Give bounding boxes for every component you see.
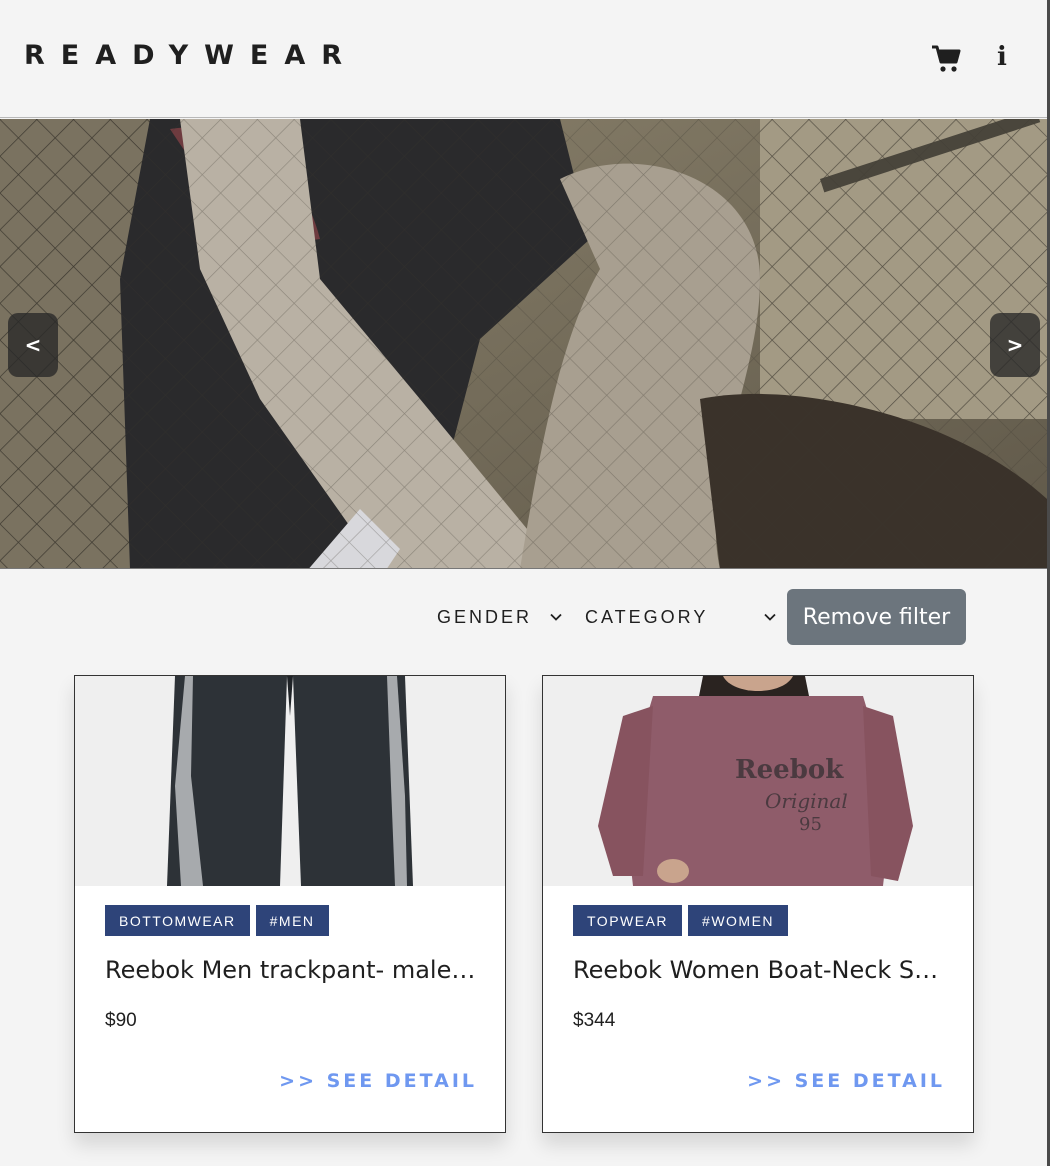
product-card: BOTTOMWEAR #MEN Reebok Men trackpant- ma… bbox=[74, 675, 506, 1133]
remove-filter-button[interactable]: Remove filter bbox=[787, 589, 966, 645]
gender-filter-label: GENDER bbox=[437, 606, 533, 627]
svg-text:Reebok: Reebok bbox=[735, 755, 844, 785]
product-image[interactable] bbox=[75, 676, 505, 886]
gender-tag[interactable]: #WOMEN bbox=[688, 905, 789, 936]
gender-filter-select[interactable]: GENDER bbox=[437, 602, 563, 632]
carousel-next-button[interactable]: > bbox=[990, 313, 1040, 377]
chevron-down-icon bbox=[550, 613, 562, 621]
product-card: Reebok Original 95 TOPWEAR #WOMEN Reebok… bbox=[542, 675, 974, 1133]
category-tag[interactable]: TOPWEAR bbox=[573, 905, 683, 936]
category-tag[interactable]: BOTTOMWEAR bbox=[105, 905, 250, 936]
product-tags: BOTTOMWEAR #MEN bbox=[105, 905, 329, 936]
filter-bar: GENDER CATEGORY Remove filter bbox=[0, 588, 1047, 646]
svg-text:95: 95 bbox=[799, 814, 822, 835]
chevron-down-icon bbox=[764, 613, 776, 621]
hero-image bbox=[0, 119, 1047, 568]
carousel-prev-button[interactable]: < bbox=[8, 313, 58, 377]
category-filter-select[interactable]: CATEGORY bbox=[585, 602, 777, 632]
hero-carousel: < > bbox=[0, 119, 1047, 569]
category-filter-label: CATEGORY bbox=[585, 606, 709, 627]
cart-icon[interactable] bbox=[930, 44, 962, 74]
see-detail-link[interactable]: >> SEE DETAIL bbox=[279, 1070, 477, 1092]
svg-text:Original: Original bbox=[765, 789, 848, 813]
brand-logo[interactable]: READYWEAR bbox=[24, 40, 358, 71]
info-icon[interactable]: i bbox=[990, 42, 1014, 76]
top-navbar: READYWEAR i bbox=[0, 0, 1047, 118]
page: READYWEAR i < > GENDER CATEGORY Remove f… bbox=[0, 0, 1050, 1166]
product-price: $90 bbox=[105, 1010, 137, 1031]
product-price: $344 bbox=[573, 1010, 616, 1031]
product-title[interactable]: Reebok Men trackpant- male tracksuit pan… bbox=[105, 956, 477, 984]
product-title[interactable]: Reebok Women Boat-Neck Sweatshirt bbox=[573, 956, 945, 984]
see-detail-link[interactable]: >> SEE DETAIL bbox=[747, 1070, 945, 1092]
gender-tag[interactable]: #MEN bbox=[255, 905, 329, 936]
product-image[interactable]: Reebok Original 95 bbox=[543, 676, 973, 886]
product-tags: TOPWEAR #WOMEN bbox=[573, 905, 789, 936]
